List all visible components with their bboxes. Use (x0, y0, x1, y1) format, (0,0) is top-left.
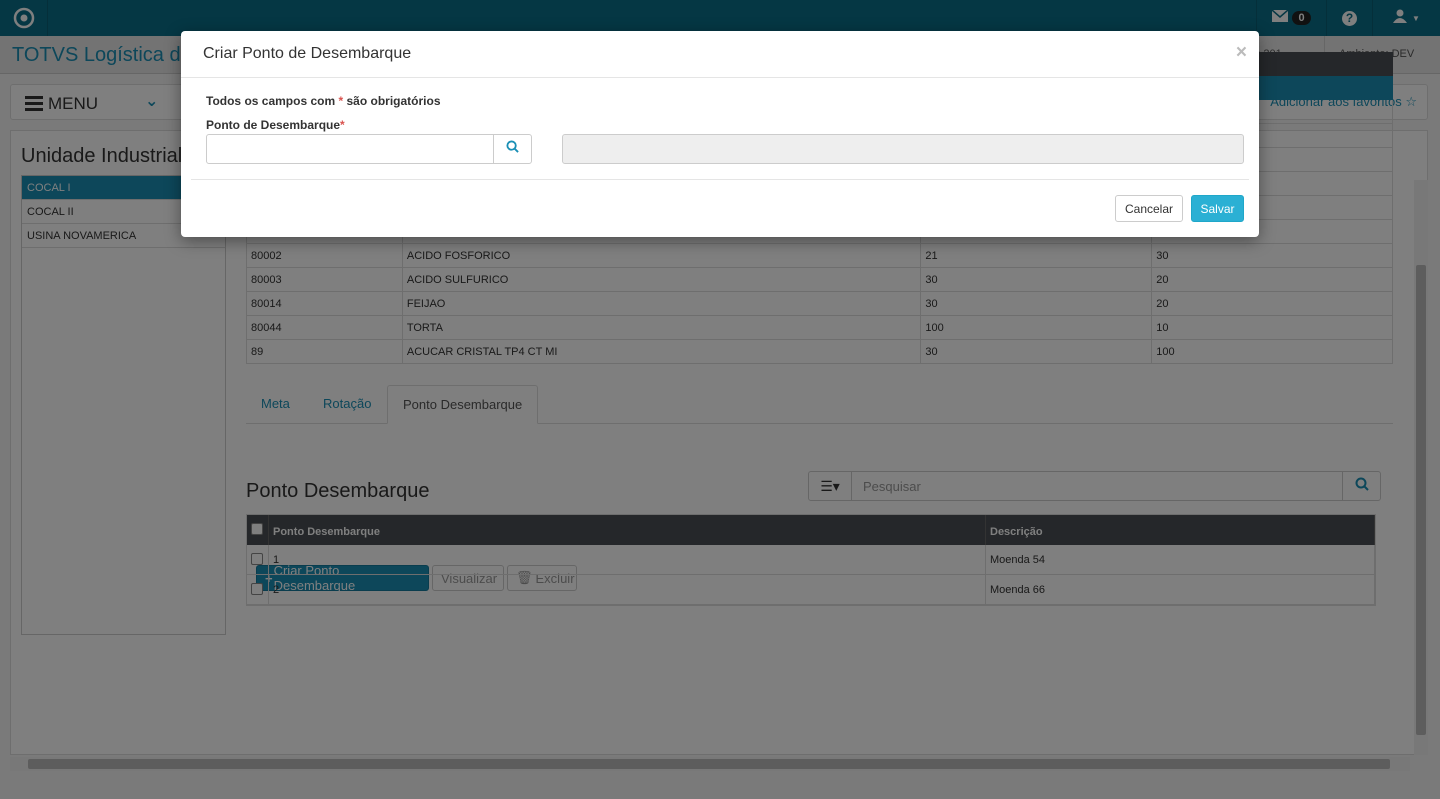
modal-header: Criar Ponto de Desembarque × (181, 31, 1259, 78)
modal-footer-divider (191, 179, 1249, 180)
ponto-label-text: Ponto de Desembarque (206, 118, 341, 132)
required-note-post: são obrigatórios (343, 94, 441, 108)
ponto-field-label: Ponto de Desembarque* (206, 118, 345, 132)
required-note: Todos os campos com * são obrigatórios (206, 94, 441, 108)
create-ponto-modal: Criar Ponto de Desembarque × Todos os ca… (181, 31, 1259, 237)
save-button[interactable]: Salvar (1191, 195, 1244, 222)
search-icon (506, 140, 519, 158)
required-note-pre: Todos os campos com (206, 94, 339, 108)
cancel-button[interactable]: Cancelar (1115, 195, 1183, 222)
close-icon[interactable]: × (1236, 42, 1247, 64)
modal-title: Criar Ponto de Desembarque (203, 45, 412, 62)
ponto-description-field (562, 134, 1244, 164)
ponto-lookup-button[interactable] (493, 134, 532, 164)
required-star: * (340, 118, 345, 132)
ponto-input[interactable] (206, 134, 494, 164)
